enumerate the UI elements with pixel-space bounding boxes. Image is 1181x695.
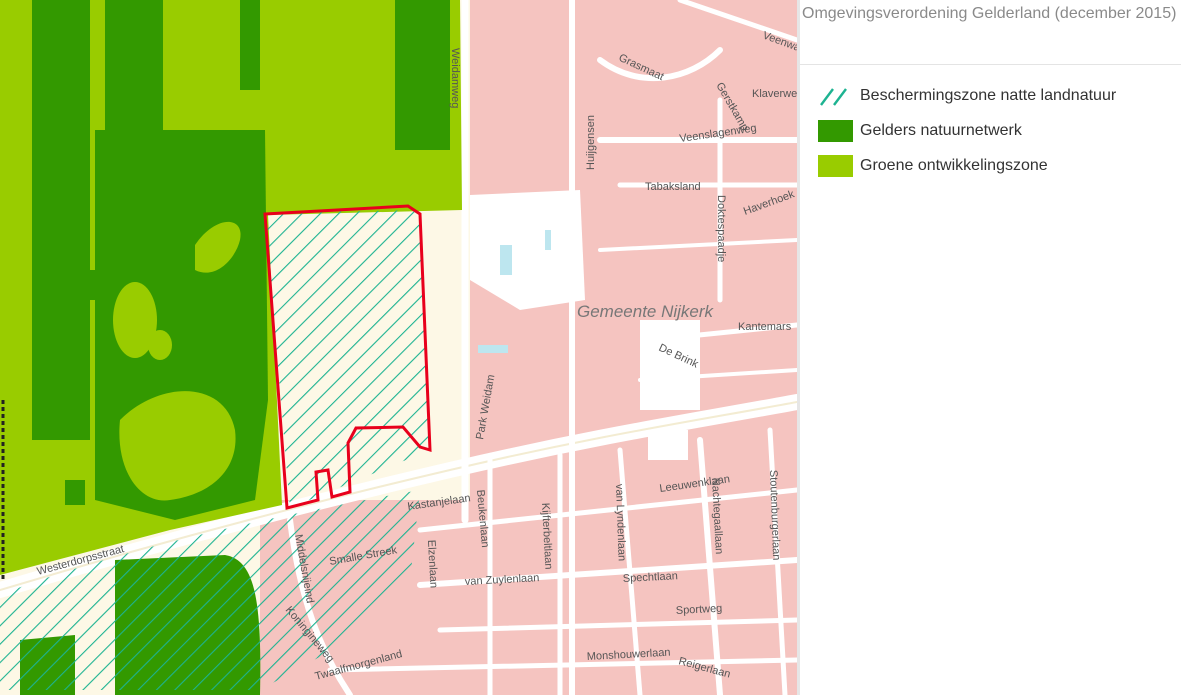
light-green-swatch-icon — [818, 155, 853, 177]
hatch-swatch-icon — [820, 88, 847, 106]
street-label: Weidamweg — [449, 48, 461, 108]
area-label: Gemeente Nijkerk — [577, 302, 715, 321]
legend-panel: Omgevingsverordening Gelderland (decembe… — [800, 0, 1181, 695]
street-label: Huijgensen — [585, 115, 597, 170]
street-label: Doktespaadje — [715, 195, 727, 262]
legend-list: Beschermingszone natte landnatuur Gelder… — [818, 84, 1116, 189]
legend-label: Beschermingszone natte landnatuur — [860, 87, 1117, 104]
legend-label: Gelders natuurnetwerk — [860, 122, 1022, 139]
legend-item-ontwikkelingszone: Groene ontwikkelingszone — [818, 154, 1116, 178]
dark-green-swatch-icon — [818, 120, 853, 142]
legend-label: Groene ontwikkelingszone — [860, 157, 1048, 174]
legend-separator — [800, 64, 1181, 65]
street-label: Sportweg — [676, 603, 723, 617]
map-canvas[interactable]: Gemeente Nijkerk Veenwal Grasmaat Klaver… — [0, 0, 797, 695]
legend-item-beschermingszone: Beschermingszone natte landnatuur — [818, 84, 1116, 108]
street-label: Elzenlaan — [425, 540, 440, 589]
street-label: Kantemars — [738, 321, 792, 333]
legend-title: Omgevingsverordening Gelderland (decembe… — [802, 5, 1177, 22]
street-label: Tabaksland — [645, 181, 701, 193]
street-label: Klaverweide — [752, 88, 797, 100]
map-svg: Gemeente Nijkerk Veenwal Grasmaat Klaver… — [0, 0, 797, 695]
legend-item-natuurnetwerk: Gelders natuurnetwerk — [818, 119, 1116, 143]
